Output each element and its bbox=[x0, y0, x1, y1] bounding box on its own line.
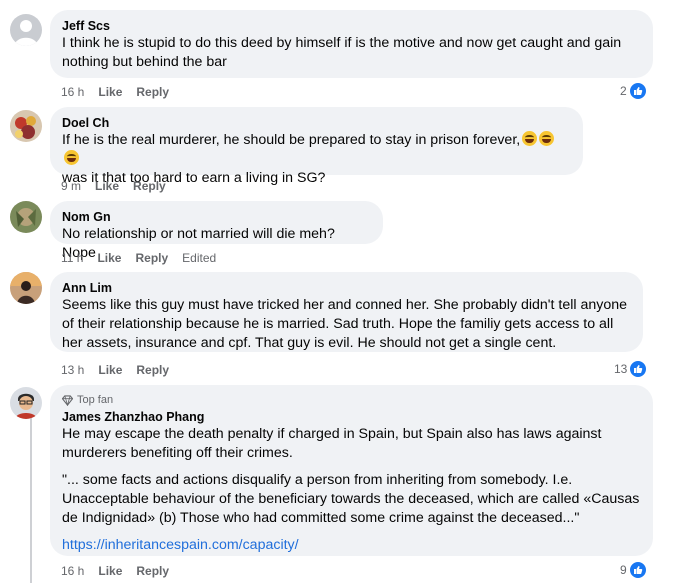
edited-label: Edited bbox=[182, 251, 217, 265]
thumbs-up-icon bbox=[629, 360, 648, 378]
reaction-count: 2 bbox=[620, 84, 627, 98]
thumbs-up-icon bbox=[628, 561, 647, 579]
comment-text: I think he is stupid to do this deed by … bbox=[62, 35, 622, 70]
reply-button[interactable]: Reply bbox=[135, 250, 168, 266]
comment-timestamp[interactable]: 16 h bbox=[61, 563, 84, 579]
comment-actions: 11 h Like Reply Edited bbox=[61, 250, 216, 266]
reaction-summary[interactable]: 13 bbox=[614, 360, 648, 378]
reply-button[interactable]: Reply bbox=[133, 178, 166, 194]
comment-actions: 9 m Like Reply bbox=[61, 178, 166, 194]
comment-text: Seems like this guy must have tricked he… bbox=[62, 297, 628, 351]
diamond-icon bbox=[62, 394, 73, 406]
like-button[interactable]: Like bbox=[95, 178, 119, 194]
comment-timestamp[interactable]: 13 h bbox=[61, 362, 84, 378]
comment-paragraph: He may escape the death penalty if charg… bbox=[62, 426, 602, 461]
avatar[interactable] bbox=[10, 387, 42, 419]
comment-text: He may escape the death penalty if charg… bbox=[62, 425, 641, 555]
comment-author[interactable]: Nom Gn bbox=[62, 209, 371, 225]
top-fan-label: Top fan bbox=[77, 394, 114, 406]
avatar[interactable] bbox=[10, 272, 42, 304]
rolling-on-floor-laughing-icon bbox=[522, 131, 538, 146]
rolling-on-floor-laughing-icon bbox=[539, 131, 555, 146]
avatar[interactable] bbox=[10, 110, 42, 142]
comment-timestamp[interactable]: 9 m bbox=[61, 178, 81, 194]
avatar[interactable] bbox=[10, 201, 42, 233]
comment-actions: 13 h Like Reply bbox=[61, 362, 169, 378]
avatar-placeholder[interactable] bbox=[10, 14, 42, 46]
reaction-count: 13 bbox=[614, 362, 628, 376]
comment-author[interactable]: James Zhanzhao Phang bbox=[62, 409, 641, 425]
comment-bubble: Doel Ch If he is the real murderer, he s… bbox=[50, 107, 583, 186]
reply-thread-line bbox=[30, 403, 32, 583]
comment-author[interactable]: Jeff Scs bbox=[62, 18, 641, 34]
thumbs-up-icon bbox=[628, 82, 647, 100]
comment-timestamp[interactable]: 16 h bbox=[61, 84, 84, 100]
comment-author[interactable]: Ann Lim bbox=[62, 280, 631, 296]
comment-actions: 16 h Like Reply bbox=[61, 84, 169, 100]
top-fan-badge: Top fan bbox=[62, 393, 641, 407]
comment-bubble: Top fan James Zhanzhao Phang He may esca… bbox=[50, 385, 653, 556]
reply-button[interactable]: Reply bbox=[136, 84, 169, 100]
comment-actions: 16 h Like Reply bbox=[61, 563, 169, 579]
comment-bubble: Jeff Scs I think he is stupid to do this… bbox=[50, 10, 653, 78]
like-button[interactable]: Like bbox=[98, 563, 122, 579]
comment-bubble: Nom Gn No relationship or not married wi… bbox=[50, 201, 383, 261]
like-button[interactable]: Like bbox=[98, 362, 122, 378]
comment-link[interactable]: https://inheritancespain.com/capacity/ bbox=[62, 537, 299, 553]
reaction-count: 9 bbox=[620, 563, 627, 577]
reaction-summary[interactable]: 9 bbox=[620, 561, 647, 579]
reply-button[interactable]: Reply bbox=[136, 362, 169, 378]
comment-author[interactable]: Doel Ch bbox=[62, 115, 571, 131]
reaction-summary[interactable]: 2 bbox=[620, 82, 647, 100]
rolling-on-floor-laughing-icon bbox=[64, 150, 79, 165]
comment-quote: "... some facts and actions disqualify a… bbox=[62, 472, 640, 526]
like-button[interactable]: Like bbox=[98, 84, 122, 100]
comment-timestamp[interactable]: 11 h bbox=[61, 250, 83, 266]
reply-button[interactable]: Reply bbox=[136, 563, 169, 579]
comment-bubble: Ann Lim Seems like this guy must have tr… bbox=[50, 272, 643, 352]
comment-text-line: If he is the real murderer, he should be… bbox=[62, 132, 521, 148]
like-button[interactable]: Like bbox=[97, 250, 121, 266]
